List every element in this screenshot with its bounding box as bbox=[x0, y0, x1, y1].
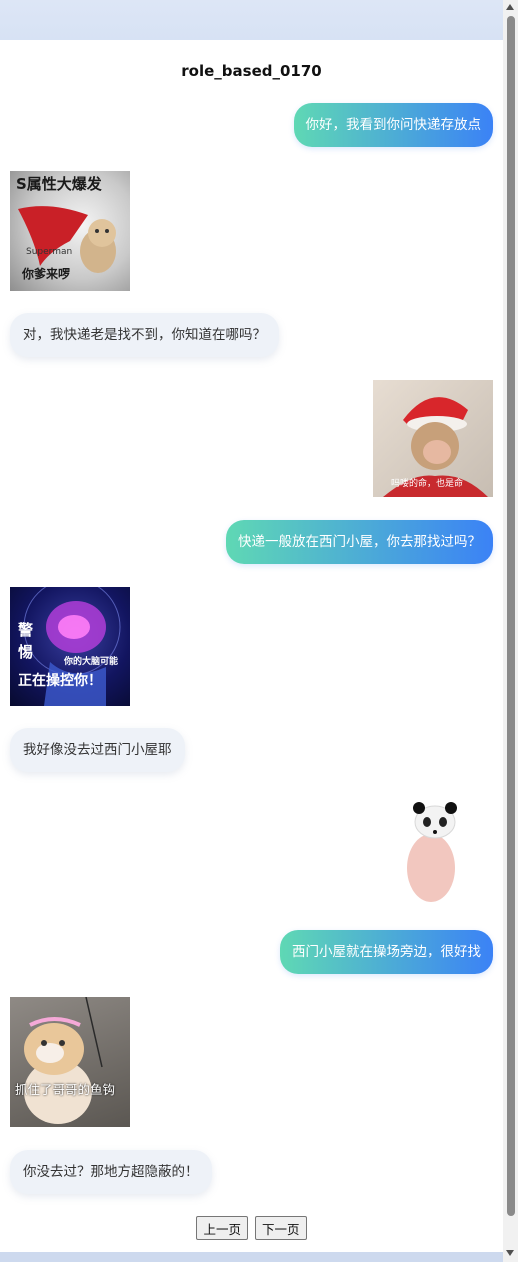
bottom-band bbox=[0, 1252, 503, 1262]
panda-hat-cat-sticker bbox=[373, 796, 493, 906]
sticker-caption-top: S属性大爆发 bbox=[16, 175, 102, 193]
sticker-caption-small: Superman bbox=[26, 247, 73, 257]
sticker-caption-bottom: 你爹来啰 bbox=[22, 267, 71, 281]
sticker-caption-small: 你的大脑可能 bbox=[64, 657, 119, 667]
top-band bbox=[0, 0, 503, 40]
user-message-bubble: 西门小屋就在操场旁边，很好找 bbox=[280, 930, 493, 974]
sticker-caption: 吗喽的命，也是命 bbox=[391, 479, 464, 489]
monkey-santa-hat-sticker: 吗喽的命，也是命 bbox=[373, 380, 493, 497]
bot-message-bubble: 对，我快递老是找不到，你知道在哪吗？ bbox=[10, 313, 279, 357]
pagination: 上一页 下一页 bbox=[0, 1216, 503, 1240]
bot-message-bubble: 你没去过？那地方超隐蔽的！ bbox=[10, 1150, 212, 1194]
chat-panel: role_based_0170 你好，我看到你问快递存放点 S属性大爆发 Sup… bbox=[0, 40, 503, 1252]
sticker-caption-side: 警惕 bbox=[18, 621, 34, 661]
bot-message-bubble: 我好像没去过西门小屋耶 bbox=[10, 728, 185, 772]
fish-hook-cat-sticker: 抓住了哥哥的鱼钩 bbox=[10, 997, 130, 1127]
scroll-down-arrow-icon[interactable] bbox=[506, 1250, 514, 1256]
next-page-button[interactable]: 下一页 bbox=[255, 1216, 307, 1240]
user-message-bubble: 快递一般放在西门小屋，你去那找过吗？ bbox=[226, 520, 493, 564]
fluffy-cat-illustration bbox=[24, 997, 103, 1124]
page-title: role_based_0170 bbox=[181, 62, 322, 80]
user-message-bubble: 你好，我看到你问快递存放点 bbox=[293, 103, 493, 147]
prev-page-button[interactable]: 上一页 bbox=[196, 1216, 248, 1240]
vertical-scrollbar[interactable] bbox=[503, 0, 518, 1262]
sticker-caption: 抓住了哥哥的鱼钩 bbox=[15, 1082, 116, 1097]
sticker-caption-bottom: 正在操控你！ bbox=[18, 673, 102, 689]
panda-hat-cat-illustration bbox=[407, 802, 457, 902]
scrollbar-thumb[interactable] bbox=[507, 16, 515, 1216]
brain-warning-sticker: 警惕 你的大脑可能 正在操控你！ bbox=[10, 587, 130, 706]
scroll-up-arrow-icon[interactable] bbox=[506, 4, 514, 10]
superman-cat-sticker: S属性大爆发 Superman 你爹来啰 bbox=[10, 171, 130, 291]
